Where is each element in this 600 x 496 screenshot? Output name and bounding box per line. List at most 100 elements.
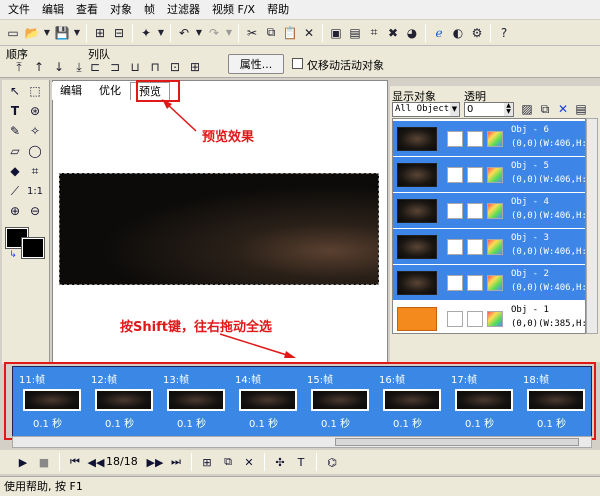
object-delete-icon[interactable]: ✕	[554, 100, 572, 118]
play-icon[interactable]: ▶	[14, 453, 32, 471]
frame-thumbnail	[383, 389, 441, 411]
object-coords: (0,0)(W:406,H:	[511, 211, 586, 221]
next-frame-icon[interactable]: ▶▶	[146, 453, 164, 471]
add-frame-timeline-icon[interactable]: ⊞	[198, 453, 216, 471]
timeline-frame[interactable]: 12:帧 0.1 秒	[87, 367, 159, 430]
frame-thumbnail	[167, 389, 225, 411]
first-frame-icon[interactable]: ⏮	[66, 453, 84, 471]
previous-frame-icon[interactable]: ◀◀	[87, 453, 105, 471]
status-bar: 使用帮助, 按 F1	[0, 476, 600, 496]
color-palette-icon[interactable]	[487, 311, 503, 327]
visibility-box[interactable]	[447, 131, 463, 147]
object-name: Obj - 2	[511, 269, 549, 279]
last-frame-icon[interactable]: ⏭	[167, 453, 185, 471]
object-coords: (0,0)(W:406,H:	[511, 247, 586, 257]
lock-box[interactable]	[467, 131, 483, 147]
frame-delay: 0.1 秒	[33, 419, 63, 430]
color-palette-icon[interactable]	[487, 239, 503, 255]
toolbar-separator	[264, 453, 265, 471]
lock-box[interactable]	[467, 311, 483, 327]
frame-delay: 0.1 秒	[537, 419, 567, 430]
timeline-frame[interactable]: 14:帧 0.1 秒	[231, 367, 303, 430]
visibility-box[interactable]	[447, 275, 463, 291]
object-duplicate-icon[interactable]: ⧉	[536, 100, 554, 118]
frame-delay: 0.1 秒	[177, 419, 207, 430]
timeline-frame[interactable]: 13:帧 0.1 秒	[159, 367, 231, 430]
timeline-frame[interactable]: 18:帧 0.1 秒	[519, 367, 591, 430]
object-thumbnail	[397, 307, 437, 331]
visibility-box[interactable]	[447, 203, 463, 219]
select-annotation: 按Shift键，往右拖动全选	[120, 320, 272, 335]
timeline-frame[interactable]: 15:帧 0.1 秒	[303, 367, 375, 430]
object-thumbnail	[397, 271, 437, 295]
color-palette-icon[interactable]	[487, 275, 503, 291]
object-name: Obj - 4	[511, 197, 549, 207]
frame-thumbnail	[95, 389, 153, 411]
object-coords: (0,0)(W:406,H:	[511, 175, 586, 185]
object-properties-icon[interactable]: ▤	[572, 100, 590, 118]
object-name: Obj - 6	[511, 125, 549, 135]
select-dropdown-icon[interactable]: ▼	[450, 103, 459, 116]
object-name: Obj - 3	[511, 233, 549, 243]
object-thumbnail	[397, 235, 437, 259]
object-thumbnail	[397, 199, 437, 223]
lock-box[interactable]	[467, 239, 483, 255]
frame-delay: 0.1 秒	[465, 419, 495, 430]
frame-properties-icon[interactable]: ⌬	[323, 453, 341, 471]
list-item[interactable]: Obj - 3 (0,0)(W:406,H:	[393, 229, 585, 265]
frame-label: 11:帧	[19, 375, 46, 386]
delete-frame-icon[interactable]: ✕	[240, 453, 258, 471]
lock-box[interactable]	[467, 203, 483, 219]
frame-label: 14:帧	[235, 375, 262, 386]
lock-box[interactable]	[467, 167, 483, 183]
timeline-frame[interactable]: 17:帧 0.1 秒	[447, 367, 519, 430]
select-arrowhead	[284, 351, 296, 358]
list-item[interactable]: Obj - 5 (0,0)(W:406,H:	[393, 157, 585, 193]
frame-label: 12:帧	[91, 375, 118, 386]
object-coords: (0,0)(W:385,H:	[511, 319, 586, 329]
text-banner-icon[interactable]: T	[292, 453, 310, 471]
object-coords: (0,0)(W:406,H:	[511, 139, 586, 149]
frame-delay: 0.1 秒	[105, 419, 135, 430]
toolbar-separator	[59, 453, 60, 471]
object-name: Obj - 5	[511, 161, 549, 171]
color-palette-icon[interactable]	[487, 203, 503, 219]
list-item[interactable]: Obj - 2 (0,0)(W:406,H:	[393, 265, 585, 301]
frame-thumbnail	[23, 389, 81, 411]
preview-annotation: 预览效果	[202, 130, 255, 145]
object-list-scrollbar[interactable]	[586, 118, 598, 334]
timeline-frame[interactable]: 11:帧 0.1 秒	[15, 367, 87, 430]
frame-thumbnail	[311, 389, 369, 411]
frame-label: 16:帧	[379, 375, 406, 386]
frame-delay: 0.1 秒	[393, 419, 423, 430]
transparency-value: 0	[467, 104, 474, 115]
timeline-frame[interactable]: 16:帧 0.1 秒	[375, 367, 447, 430]
visibility-box[interactable]	[447, 167, 463, 183]
frame-thumbnail	[527, 389, 585, 411]
color-palette-icon[interactable]	[487, 167, 503, 183]
object-coords: (0,0)(W:406,H:	[511, 283, 586, 293]
visibility-box[interactable]	[447, 239, 463, 255]
list-item[interactable]: Obj - 6 (0,0)(W:406,H:	[393, 121, 585, 157]
lock-box[interactable]	[467, 275, 483, 291]
display-select-value: All Object:	[395, 104, 455, 114]
frame-counter: 18/18	[106, 455, 138, 468]
color-palette-icon[interactable]	[487, 131, 503, 147]
object-name: Obj - 1	[511, 305, 549, 315]
frame-label: 18:帧	[523, 375, 550, 386]
object-add-icon[interactable]: ▨	[518, 100, 536, 118]
frame-thumbnail	[455, 389, 513, 411]
list-item[interactable]: Obj - 4 (0,0)(W:406,H:	[393, 193, 585, 229]
transparency-spinner-icon[interactable]: ▲ ▼	[504, 103, 513, 116]
tween-icon[interactable]: ✣	[271, 453, 289, 471]
visibility-box[interactable]	[447, 311, 463, 327]
scrollbar-thumb[interactable]	[335, 438, 579, 446]
object-thumbnail	[397, 127, 437, 151]
frame-label: 17:帧	[451, 375, 478, 386]
list-item[interactable]: Obj - 1 (0,0)(W:385,H:	[393, 301, 586, 333]
duplicate-frame-icon[interactable]: ⧉	[219, 453, 237, 471]
stop-icon[interactable]: ■	[35, 453, 53, 471]
frame-delay: 0.1 秒	[249, 419, 279, 430]
timeline-scrollbar[interactable]	[12, 436, 592, 448]
frame-thumbnail	[239, 389, 297, 411]
